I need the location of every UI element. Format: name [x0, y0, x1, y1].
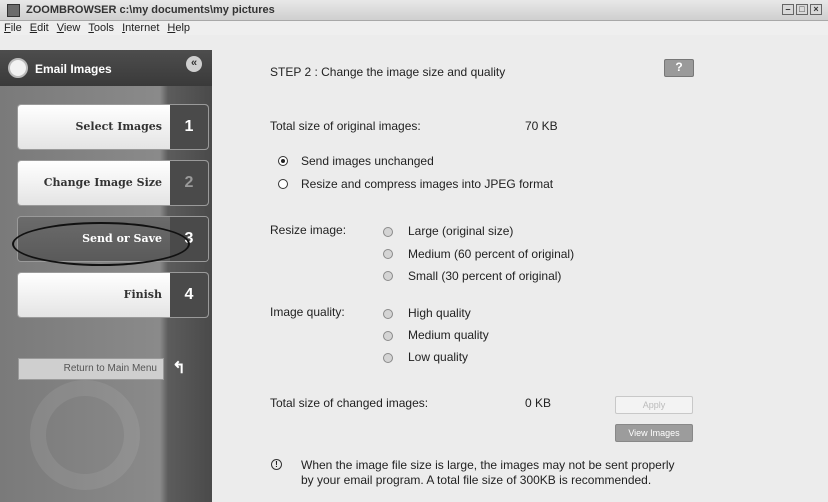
total-original-label: Total size of original images: — [270, 119, 421, 133]
radio-send-unchanged[interactable] — [278, 156, 288, 166]
return-arrow-icon[interactable]: ↰ — [169, 359, 189, 379]
menu-help[interactable]: Help — [167, 22, 190, 34]
menu-edit[interactable]: Edit — [30, 22, 49, 34]
option-unchanged-label: Send images unchanged — [301, 154, 434, 168]
view-images-button[interactable]: View Images — [615, 424, 693, 442]
image-quality-label: Image quality: — [270, 305, 345, 319]
step-number: 2 — [170, 161, 208, 205]
app-icon — [7, 3, 20, 17]
title-bar: ZOOMBROWSER c:\my documents\my pictures … — [0, 0, 828, 21]
email-images-icon — [8, 58, 28, 78]
menu-file[interactable]: File — [4, 22, 22, 34]
radio-quality-high[interactable] — [383, 309, 393, 319]
menu-tools[interactable]: Tools — [88, 22, 114, 34]
main-panel: STEP 2 : Change the image size and quali… — [212, 50, 828, 502]
step-number: 3 — [170, 217, 208, 261]
close-icon[interactable]: × — [810, 4, 822, 15]
menu-view[interactable]: View — [57, 22, 81, 34]
menu-internet[interactable]: Internet — [122, 22, 159, 34]
step-select-images[interactable]: Select Images 1 — [18, 105, 208, 149]
maximize-icon[interactable]: □ — [796, 4, 808, 15]
step-finish[interactable]: Finish 4 — [18, 273, 208, 317]
step-number: 1 — [170, 105, 208, 149]
total-changed-label: Total size of changed images: — [270, 396, 429, 410]
sidebar: Email Images « Select Images 1 Change Im… — [0, 50, 212, 502]
minimize-icon[interactable]: – — [782, 4, 794, 15]
quality-high-label: High quality — [408, 306, 471, 320]
return-to-main-menu-button[interactable]: Return to Main Menu — [18, 358, 164, 380]
warning-icon: ! — [271, 459, 282, 470]
quality-low-label: Low quality — [408, 350, 469, 364]
sidebar-header: Email Images « — [0, 50, 212, 86]
radio-size-small[interactable] — [383, 271, 393, 281]
help-button[interactable]: ? — [664, 59, 694, 77]
step-title: STEP 2 : Change the image size and quali… — [270, 65, 506, 79]
step-label: Change Image Size — [43, 176, 162, 189]
window-controls: – □ × — [782, 4, 822, 15]
radio-quality-medium[interactable] — [383, 331, 393, 341]
option-resize-label: Resize and compress images into JPEG for… — [301, 177, 554, 191]
watermark-logo — [30, 380, 140, 490]
radio-size-medium[interactable] — [383, 249, 393, 259]
size-small-label: Small (30 percent of original) — [408, 269, 562, 283]
step-change-image-size[interactable]: Change Image Size 2 — [18, 161, 208, 205]
total-changed-value: 0 KB — [525, 396, 552, 410]
radio-quality-low[interactable] — [383, 353, 393, 363]
resize-image-label: Resize image: — [270, 223, 347, 237]
step-send-or-save[interactable]: Send or Save 3 — [18, 217, 208, 261]
radio-size-large[interactable] — [383, 227, 393, 237]
step-label: Select Images — [75, 120, 162, 133]
step-label: Finish — [123, 288, 162, 301]
step-number: 4 — [170, 273, 208, 317]
menu-bar: File Edit View Tools Internet Help — [0, 21, 828, 35]
size-large-label: Large (original size) — [408, 224, 514, 238]
window-title: ZOOMBROWSER c:\my documents\my pictures — [26, 4, 275, 16]
note-line-1: When the image file size is large, the i… — [301, 458, 675, 472]
step-label: Send or Save — [82, 232, 162, 245]
quality-medium-label: Medium quality — [408, 328, 489, 342]
collapse-sidebar-icon[interactable]: « — [186, 56, 202, 72]
radio-resize-compress[interactable] — [278, 179, 288, 189]
size-medium-label: Medium (60 percent of original) — [408, 247, 575, 261]
total-original-value: 70 KB — [525, 119, 558, 133]
apply-button[interactable]: Apply — [615, 396, 693, 414]
note-line-2: by your email program. A total file size… — [301, 473, 652, 487]
sidebar-title: Email Images — [35, 62, 112, 76]
